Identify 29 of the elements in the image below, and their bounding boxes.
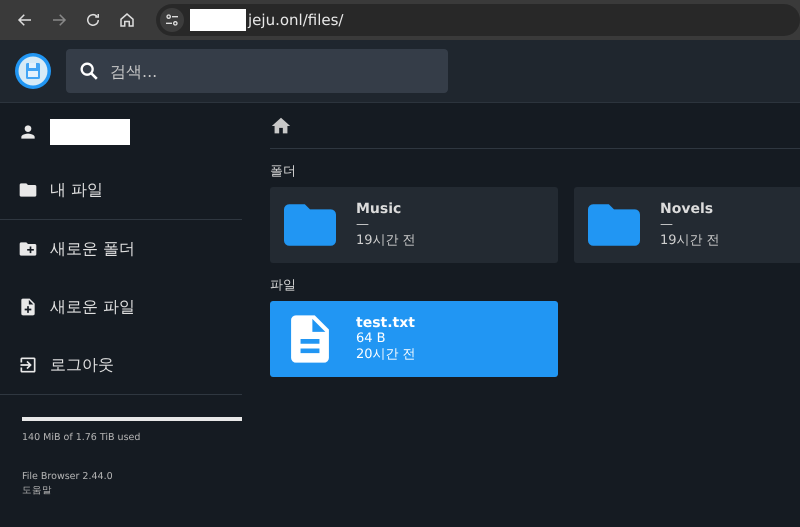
item-modified: 19시간 전 xyxy=(356,233,416,249)
help-link[interactable]: 도움말 xyxy=(22,484,242,497)
logo-icon[interactable] xyxy=(14,52,52,90)
folder-card[interactable]: Novels — 19시간 전 xyxy=(574,187,800,263)
storage-text: 140 MiB of 1.76 TiB used xyxy=(22,432,142,443)
reload-icon[interactable] xyxy=(84,11,102,29)
item-name: Music xyxy=(356,201,402,217)
sidebar-item[interactable]: 새로운 폴더 xyxy=(0,220,242,278)
sidebar-item[interactable]: 새로운 파일 xyxy=(0,278,242,336)
item-modified: 19시간 전 xyxy=(660,233,720,249)
address-bar[interactable]: jeju.onl/files/ xyxy=(156,4,800,36)
item-modified: 20시간 전 xyxy=(356,347,416,363)
redaction-mark xyxy=(190,9,246,31)
section-title: 파일 xyxy=(270,277,297,294)
section-title: 폴더 xyxy=(270,163,297,180)
item-size: — xyxy=(356,217,370,233)
url-text: jeju.onl/files/ xyxy=(248,11,344,29)
item-size: 64 B xyxy=(356,331,387,347)
sidebar-item[interactable]: 로그아웃 xyxy=(0,336,242,394)
item-size: — xyxy=(660,217,674,233)
search-field[interactable]: 검색... xyxy=(66,49,448,93)
item-name: Novels xyxy=(660,201,714,217)
logout-icon xyxy=(18,355,38,375)
site-settings-icon[interactable] xyxy=(160,8,184,32)
sidebar-item[interactable]: 내 파일 xyxy=(0,161,242,219)
home-icon[interactable] xyxy=(118,11,136,29)
item-name: test.txt xyxy=(356,315,416,331)
version-text: File Browser 2.44.0 xyxy=(22,471,114,482)
folder-card[interactable]: Music — 19시간 전 xyxy=(270,187,558,263)
